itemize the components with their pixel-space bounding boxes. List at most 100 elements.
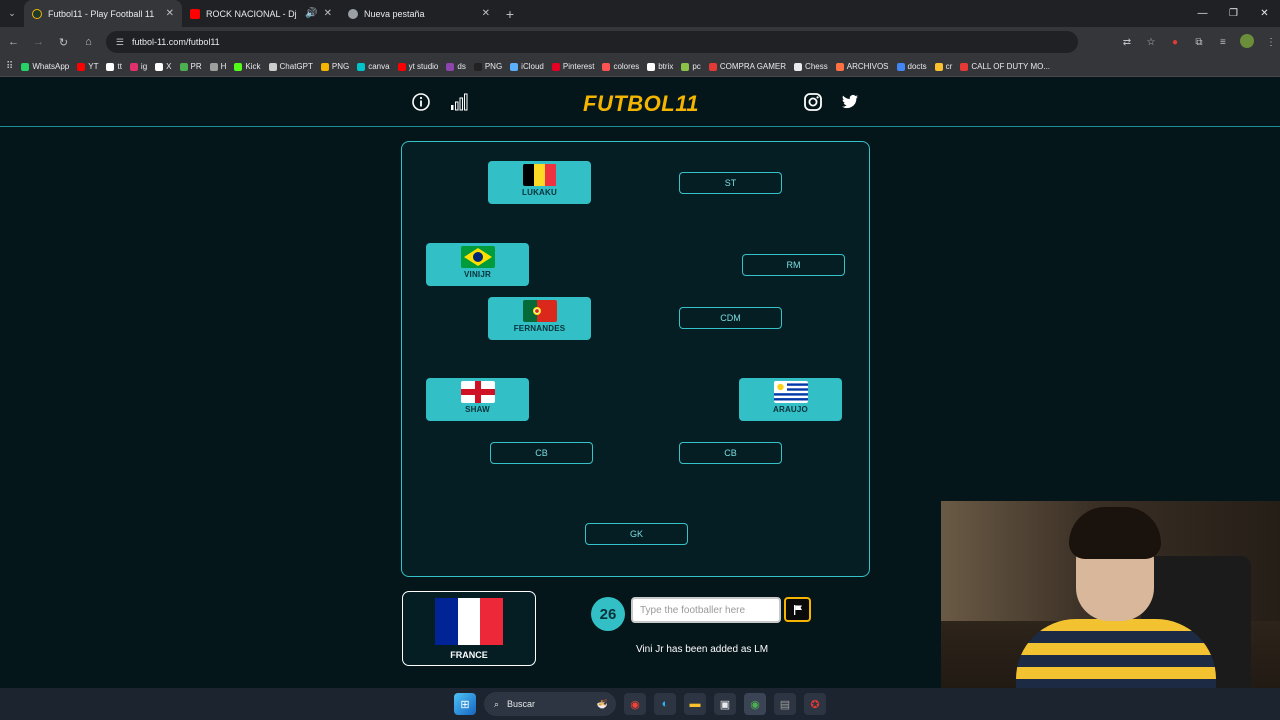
profile-avatar-icon[interactable] bbox=[1238, 33, 1256, 51]
new-tab-icon[interactable]: + bbox=[498, 6, 522, 22]
give-up-button[interactable] bbox=[784, 597, 811, 622]
formation-pitch: LUKAKU ST VINIJR RM FERNANDES CDM SHAW A… bbox=[401, 141, 870, 577]
site-info-icon[interactable]: ☰ bbox=[116, 37, 124, 48]
tab-futbol11[interactable]: Futbol11 - Play Football 11 ✕ bbox=[24, 0, 182, 27]
reading-list-icon[interactable]: ≡ bbox=[1214, 37, 1232, 48]
chrome-icon[interactable]: ◉ bbox=[624, 693, 646, 715]
bookmarks-bar: ⠿ WhatsApp YT tt ig X PR H Kick ChatGPT PNG canva y… bbox=[0, 57, 1280, 77]
bookmark-label: tt bbox=[117, 62, 122, 71]
address-bar[interactable]: ☰ futbol-11.com/futbol11 bbox=[105, 31, 1078, 53]
toolbar-actions: ⇄ ☆ ● ⧉ ≡ ⋮ bbox=[1118, 33, 1280, 51]
bookmark-favicon-icon bbox=[681, 62, 690, 71]
player-card-shaw[interactable]: SHAW bbox=[426, 378, 529, 421]
translate-icon[interactable]: ⇄ bbox=[1118, 37, 1136, 48]
player-card-vinijr[interactable]: VINIJR bbox=[426, 243, 529, 286]
position-slot-st[interactable]: ST bbox=[679, 172, 782, 194]
file-explorer-icon[interactable]: ▬ bbox=[684, 693, 706, 715]
bookmark-item[interactable]: cr bbox=[934, 62, 952, 71]
bookmark-star-icon[interactable]: ☆ bbox=[1142, 37, 1160, 48]
restore-icon[interactable]: ❐ bbox=[1218, 0, 1249, 27]
stats-icon[interactable] bbox=[449, 92, 469, 112]
taskbar-search-label: Buscar bbox=[507, 699, 536, 709]
taskbar-search[interactable]: ⌕ Buscar 🍜 bbox=[484, 692, 616, 716]
bookmark-item[interactable]: H bbox=[209, 62, 226, 71]
position-slot-cb-right[interactable]: CB bbox=[679, 442, 782, 464]
reload-icon[interactable]: ↻ bbox=[52, 30, 75, 54]
bookmark-item[interactable]: canva bbox=[357, 62, 390, 71]
close-window-icon[interactable]: ✕ bbox=[1249, 0, 1280, 27]
apps-icon[interactable]: ⠿ bbox=[6, 61, 13, 72]
position-slot-cdm[interactable]: CDM bbox=[679, 307, 782, 329]
forward-icon[interactable]: → bbox=[27, 30, 50, 54]
extension-icon[interactable]: ● bbox=[1166, 37, 1184, 48]
bookmark-item[interactable]: ig bbox=[129, 62, 148, 71]
tab-rock-nacional[interactable]: ROCK NACIONAL - Dj Seb 🔊 ✕ bbox=[182, 0, 340, 27]
bookmark-favicon-icon bbox=[551, 62, 560, 71]
bookmark-favicon-icon bbox=[708, 62, 717, 71]
bookmark-favicon-icon bbox=[179, 62, 188, 71]
bookmark-item[interactable]: pc bbox=[681, 62, 701, 71]
bookmark-item[interactable]: ChatGPT bbox=[268, 62, 313, 71]
extensions-puzzle-icon[interactable]: ⧉ bbox=[1190, 37, 1208, 48]
close-tab-icon[interactable]: ✕ bbox=[324, 8, 332, 19]
player-card-lukaku[interactable]: LUKAKU bbox=[488, 161, 591, 204]
bookmark-item[interactable]: PR bbox=[179, 62, 202, 71]
bookmark-label: X bbox=[166, 62, 172, 71]
bookmark-item[interactable]: docts bbox=[896, 62, 927, 71]
tab-new[interactable]: Nueva pestaña ✕ bbox=[340, 0, 498, 27]
bookmark-item[interactable]: PNG bbox=[320, 62, 349, 71]
bookmark-item[interactable]: ARCHIVOS bbox=[835, 62, 889, 71]
tab-search-icon[interactable]: ⌄ bbox=[0, 0, 24, 27]
search-icon: ⌕ bbox=[494, 698, 500, 709]
tab-title: ROCK NACIONAL - Dj Seb bbox=[206, 8, 299, 19]
tab-title: Nueva pestaña bbox=[364, 8, 425, 19]
close-tab-icon[interactable]: ✕ bbox=[482, 8, 490, 19]
bookmark-favicon-icon bbox=[234, 62, 243, 71]
player-card-araujo[interactable]: ARAUJO bbox=[739, 378, 842, 421]
bookmark-item[interactable]: yt studio bbox=[397, 62, 438, 71]
youtube-favicon-icon bbox=[190, 8, 200, 19]
bookmark-item[interactable]: Kick bbox=[234, 62, 261, 71]
windows-start-icon[interactable]: ⊞ bbox=[454, 693, 476, 715]
bookmark-item[interactable]: YT bbox=[77, 62, 98, 71]
site-logo[interactable]: FUTBOL11 bbox=[583, 91, 699, 117]
chrome-active-icon[interactable]: ◉ bbox=[744, 693, 766, 715]
footballer-input[interactable] bbox=[631, 597, 781, 623]
bookmark-item[interactable]: Chess bbox=[794, 62, 828, 71]
position-slot-cb-left[interactable]: CB bbox=[490, 442, 593, 464]
close-tab-icon[interactable]: ✕ bbox=[166, 8, 174, 19]
browser-toolbar: ← → ↻ ⌂ ☰ futbol-11.com/futbol11 ⇄ ☆ ● ⧉… bbox=[0, 27, 1280, 57]
home-icon[interactable]: ⌂ bbox=[77, 30, 100, 54]
player-name: LUKAKU bbox=[522, 188, 557, 197]
bookmark-label: ig bbox=[140, 62, 148, 71]
bookmark-item[interactable]: PNG bbox=[473, 62, 503, 71]
bookmark-item[interactable]: X bbox=[155, 62, 172, 71]
instagram-icon[interactable] bbox=[803, 92, 823, 112]
browser-menu-icon[interactable]: ⋮ bbox=[1262, 37, 1280, 48]
bookmark-item[interactable]: COMPRA GAMER bbox=[708, 62, 786, 71]
bookmark-item[interactable]: CALL OF DUTY MO... bbox=[960, 62, 1050, 71]
app-icon[interactable]: ▤ bbox=[774, 693, 796, 715]
bookmark-item[interactable]: ds bbox=[446, 62, 466, 71]
position-slot-rm[interactable]: RM bbox=[742, 254, 845, 276]
france-flag-icon bbox=[435, 598, 504, 645]
audio-playing-icon[interactable]: 🔊 bbox=[305, 8, 317, 19]
back-icon[interactable]: ← bbox=[2, 30, 25, 54]
bookmark-item[interactable]: tt bbox=[106, 62, 122, 71]
window-controls: — ❐ ✕ bbox=[1187, 0, 1280, 27]
minimize-icon[interactable]: — bbox=[1187, 0, 1218, 27]
bookmark-item[interactable]: iCloud bbox=[510, 62, 544, 71]
game-app-icon[interactable]: ✪ bbox=[804, 693, 826, 715]
position-slot-gk[interactable]: GK bbox=[585, 523, 688, 545]
store-icon[interactable]: ▣ bbox=[714, 693, 736, 715]
twitter-icon[interactable] bbox=[840, 92, 860, 112]
bookmark-label: PNG bbox=[484, 62, 503, 71]
info-icon[interactable] bbox=[411, 92, 431, 112]
player-card-fernandes[interactable]: FERNANDES bbox=[488, 297, 591, 340]
brazil-flag-icon bbox=[460, 246, 495, 268]
bookmark-item[interactable]: colores bbox=[602, 62, 639, 71]
edge-icon[interactable]: ◐ bbox=[654, 693, 676, 715]
bookmark-item[interactable]: WhatsApp bbox=[21, 62, 69, 71]
bookmark-item[interactable]: btrix bbox=[647, 62, 673, 71]
bookmark-item[interactable]: Pinterest bbox=[551, 62, 594, 71]
